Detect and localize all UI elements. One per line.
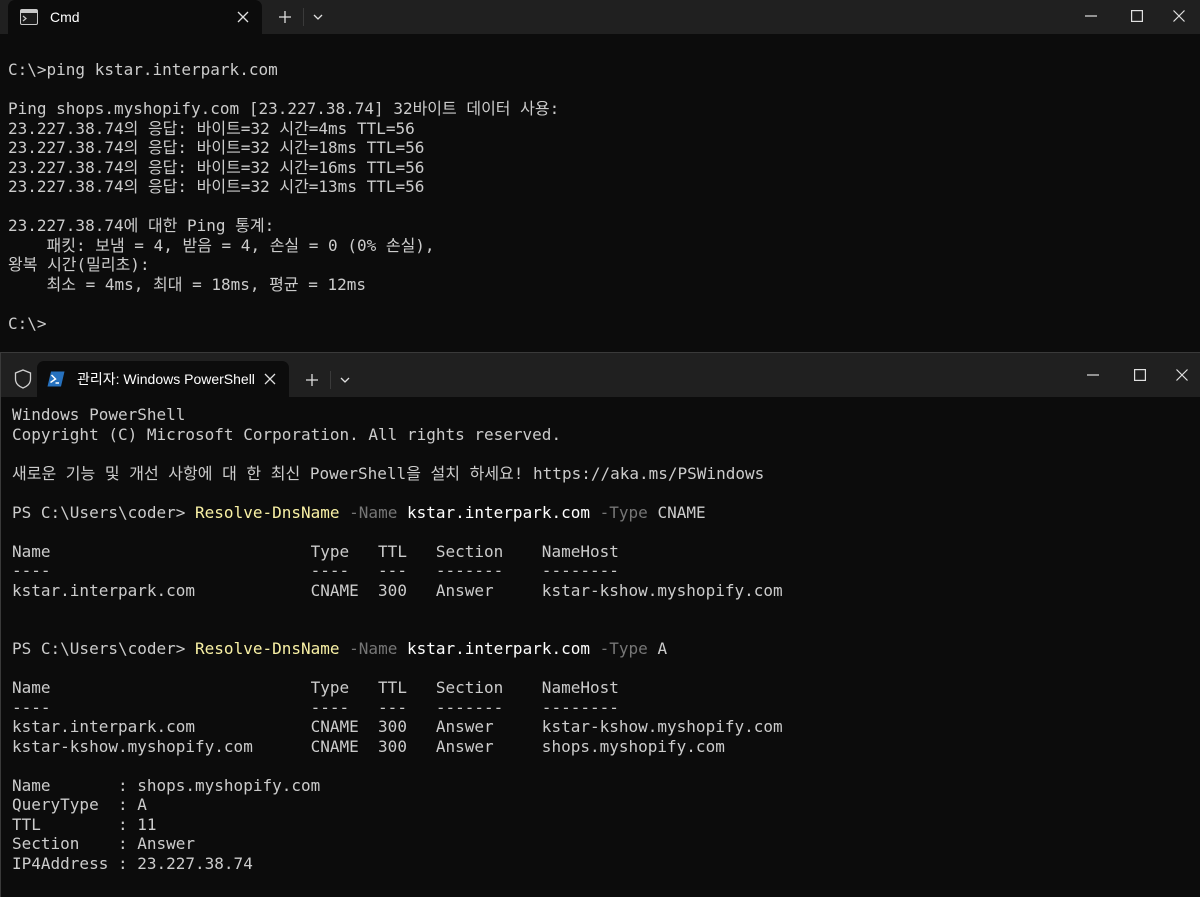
tab-powershell-label: 관리자: Windows PowerShell [77,371,255,387]
console-line: 새로운 기능 및 개선 사항에 대 한 최신 PowerShell을 설치 하세… [12,463,765,483]
cmdlet-name: Resolve-DnsName [195,502,340,522]
cmd-window: Cmd C:\>ping kstar.interpark.com Ping sho… [0,0,1200,352]
record-field: IP4Address : 23.227.38.74 [12,853,253,873]
console-line: 왕복 시간(밀리초): [8,255,150,274]
table-header: Name Type TTL Section NameHost [12,678,619,697]
close-window-icon[interactable] [1156,0,1200,32]
console-line: 23.227.38.74의 응답: 바이트=32 시간=4ms TTL=56 [8,118,415,138]
command-line: PS C:\Users\coder> Resolve-DnsName -Name… [12,503,1197,523]
record-field: QueryType : A [12,795,147,814]
tab-divider [330,371,331,389]
ps-prompt: PS C:\Users\coder> [12,639,196,658]
table-row: kstar.interpark.com CNAME 300 Answer kst… [12,717,783,736]
cmdlet-name: Resolve-DnsName [195,639,340,658]
console-line: 23.227.38.74의 응답: 바이트=32 시간=13ms TTL=56 [8,177,425,196]
console-line: 23.227.38.74의 응답: 바이트=32 시간=16ms TTL=56 [8,157,425,177]
tab-cmd[interactable]: Cmd [8,0,262,34]
powershell-icon [47,371,65,387]
cmd-console-output[interactable]: C:\>ping kstar.interpark.com Ping shops.m… [8,60,1196,333]
console-line: 패킷: 보냄 = 4, 받음 = 4, 손실 = 0 (0% 손실), [8,235,435,255]
plus-icon[interactable] [271,4,299,30]
powershell-titlebar: 관리자: Windows PowerShell [1,353,1200,397]
type-value: A [657,639,668,658]
close-icon[interactable] [230,4,256,30]
table-row: kstar-kshow.myshopify.com CNAME 300 Answ… [12,736,725,756]
table-header: Name Type TTL Section NameHost [12,541,619,561]
tab-powershell[interactable]: 관리자: Windows PowerShell [37,361,289,397]
param-type: -Type [590,639,658,658]
close-window-icon[interactable] [1159,359,1200,391]
plus-icon[interactable] [298,367,326,393]
shield-icon [9,365,37,393]
param-name: -Name [339,502,407,522]
chevron-down-icon[interactable] [306,4,330,30]
tab-divider [303,8,304,26]
param-type: -Type [590,502,658,522]
cmd-titlebar: Cmd [0,0,1200,34]
console-line: Ping shops.myshopify.com [23.227.38.74] … [8,99,560,118]
close-icon[interactable] [257,366,283,392]
record-field: Name : shops.myshopify.com [12,775,321,795]
command-line: PS C:\Users\coder> Resolve-DnsName -Name… [12,639,1197,659]
ps-prompt: PS C:\Users\coder> [12,502,196,522]
param-name: -Name [339,639,407,658]
console-line: 23.227.38.74의 응답: 바이트=32 시간=18ms TTL=56 [8,138,425,157]
console-prompt-line: C:\> [8,313,47,333]
minimize-icon[interactable] [1070,359,1116,391]
record-field: Section : Answer [12,834,196,853]
console-line: 최소 = 4ms, 최대 = 18ms, 평균 = 12ms [8,274,367,294]
param-value: kstar.interpark.com [406,639,590,658]
console-line: 23.227.38.74에 대한 Ping 통계: [8,216,275,235]
chevron-down-icon[interactable] [333,367,357,393]
table-separator: ---- ---- --- ------- -------- [12,697,619,717]
maximize-icon[interactable] [1114,0,1160,32]
param-value: kstar.interpark.com [406,502,590,522]
console-line: Copyright (C) Microsoft Corporation. All… [12,424,562,444]
minimize-icon[interactable] [1068,0,1114,32]
table-row: kstar.interpark.com CNAME 300 Answer kst… [12,580,783,600]
powershell-console-output[interactable]: Windows PowerShell Copyright (C) Microsof… [12,405,1197,873]
tab-cmd-label: Cmd [50,9,80,25]
type-value: CNAME [657,502,706,522]
powershell-window: 관리자: Windows PowerShell Windows PowerShe… [0,352,1200,897]
maximize-icon[interactable] [1117,359,1163,391]
table-separator: ---- ---- --- ------- -------- [12,561,619,580]
console-line: Windows PowerShell [12,405,186,424]
record-field: TTL : 11 [12,814,157,834]
cmd-icon [20,9,38,25]
console-line: C:\>ping kstar.interpark.com [8,60,278,79]
